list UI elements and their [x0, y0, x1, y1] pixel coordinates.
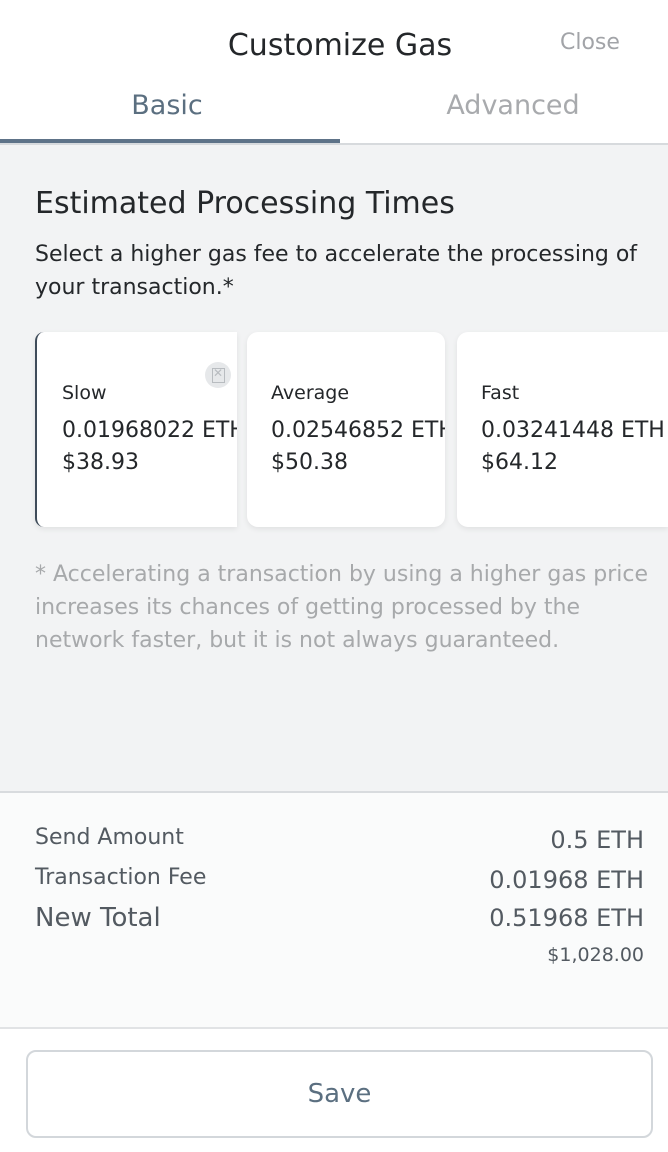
gas-option-usd: $38.93	[62, 450, 139, 475]
gas-option-label: Slow	[62, 382, 107, 404]
tab-advanced[interactable]: Advanced	[346, 90, 668, 121]
gas-option-usd: $64.12	[481, 450, 558, 475]
transaction-fee-value: 0.01968 ETH	[489, 866, 644, 894]
selected-check-icon	[205, 362, 231, 388]
gas-option-label: Average	[271, 382, 350, 404]
tab-basic[interactable]: Basic	[0, 90, 334, 121]
gas-option-eth: 0.01968022 ETH	[62, 418, 237, 443]
estimates-title: Estimated Processing Times	[35, 186, 455, 221]
gas-option-eth: 0.02546852 ETH	[271, 418, 445, 443]
gas-option-label: Fast	[481, 382, 520, 404]
new-total-usd: $1,028.00	[547, 944, 644, 966]
acceleration-note: * Accelerating a transaction by using a …	[35, 562, 649, 653]
new-total-value: 0.51968 ETH	[489, 904, 644, 932]
gas-option-fast[interactable]: Fast 0.03241448 ETH $64.12	[457, 332, 668, 527]
gas-option-average[interactable]: Average 0.02546852 ETH $50.38	[247, 332, 445, 527]
new-total-label: New Total	[35, 903, 161, 933]
gas-option-eth: 0.03241448 ETH	[481, 418, 665, 443]
close-button[interactable]: Close	[560, 30, 620, 55]
gas-option-slow[interactable]: Slow 0.01968022 ETH $38.93	[35, 332, 237, 527]
estimates-subtitle: Select a higher gas fee to accelerate th…	[35, 242, 638, 300]
modal-header: Customize Gas Close Basic Advanced	[0, 0, 668, 145]
transaction-fee-label: Transaction Fee	[35, 865, 207, 890]
gas-option-usd: $50.38	[271, 450, 348, 475]
save-button[interactable]: Save	[26, 1050, 653, 1138]
send-amount-value: 0.5 ETH	[550, 826, 644, 854]
send-amount-label: Send Amount	[35, 825, 184, 850]
